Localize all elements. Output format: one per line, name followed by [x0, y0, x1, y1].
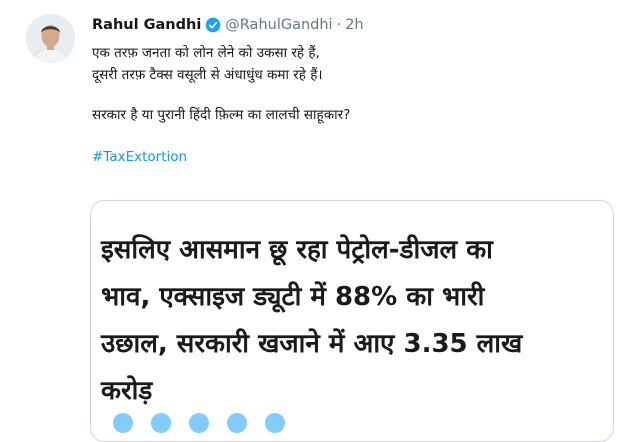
author-name[interactable]: Rahul Gandhi: [92, 16, 201, 34]
share-icon[interactable]: [265, 413, 285, 433]
card-headline-line: उछाल, सरकारी खजाने में आए 3.35 लाख: [101, 329, 523, 359]
share-icon[interactable]: [151, 413, 171, 433]
card-headline-line: करोड़: [101, 376, 153, 406]
share-icon[interactable]: [227, 413, 247, 433]
card-headline: इसलिए आसमान छू रहा पेट्रोल-डीजल का भाव, …: [101, 227, 603, 415]
avatar[interactable]: [26, 14, 75, 63]
header-separator: ·: [336, 17, 342, 33]
tweet-header: Rahul Gandhi @RahulGandhi · 2h: [92, 16, 364, 34]
card-headline-line: इसलिए आसमान छू रहा पेट्रोल-डीजल का: [101, 235, 493, 265]
author-handle[interactable]: @RahulGandhi: [225, 16, 332, 34]
tweet-time[interactable]: 2h: [345, 16, 363, 34]
tweet-line: दूसरी तरफ़ टैक्स वसूली से अंधाधुंध कमा र…: [92, 67, 323, 83]
share-icon[interactable]: [113, 413, 133, 433]
verified-badge-icon: [205, 17, 221, 33]
tweet-line: एक तरफ़ जनता को लोन लेने को उकसा रहे हैं…: [92, 45, 320, 61]
share-icons-row: [113, 413, 285, 433]
share-icon[interactable]: [189, 413, 209, 433]
tweet-question: सरकार है या पुरानी हिंदी फ़िल्म का लालची…: [92, 107, 351, 123]
hashtag-link[interactable]: #TaxExtortion: [92, 149, 187, 165]
tweet-text: एक तरफ़ जनता को लोन लेने को उकसा रहे हैं…: [92, 42, 612, 168]
avatar-photo: [26, 14, 75, 63]
link-card[interactable]: इसलिए आसमान छू रहा पेट्रोल-डीजल का भाव, …: [90, 200, 614, 442]
card-headline-line: भाव, एक्साइज ड्यूटी में 88% का भारी: [101, 282, 485, 312]
